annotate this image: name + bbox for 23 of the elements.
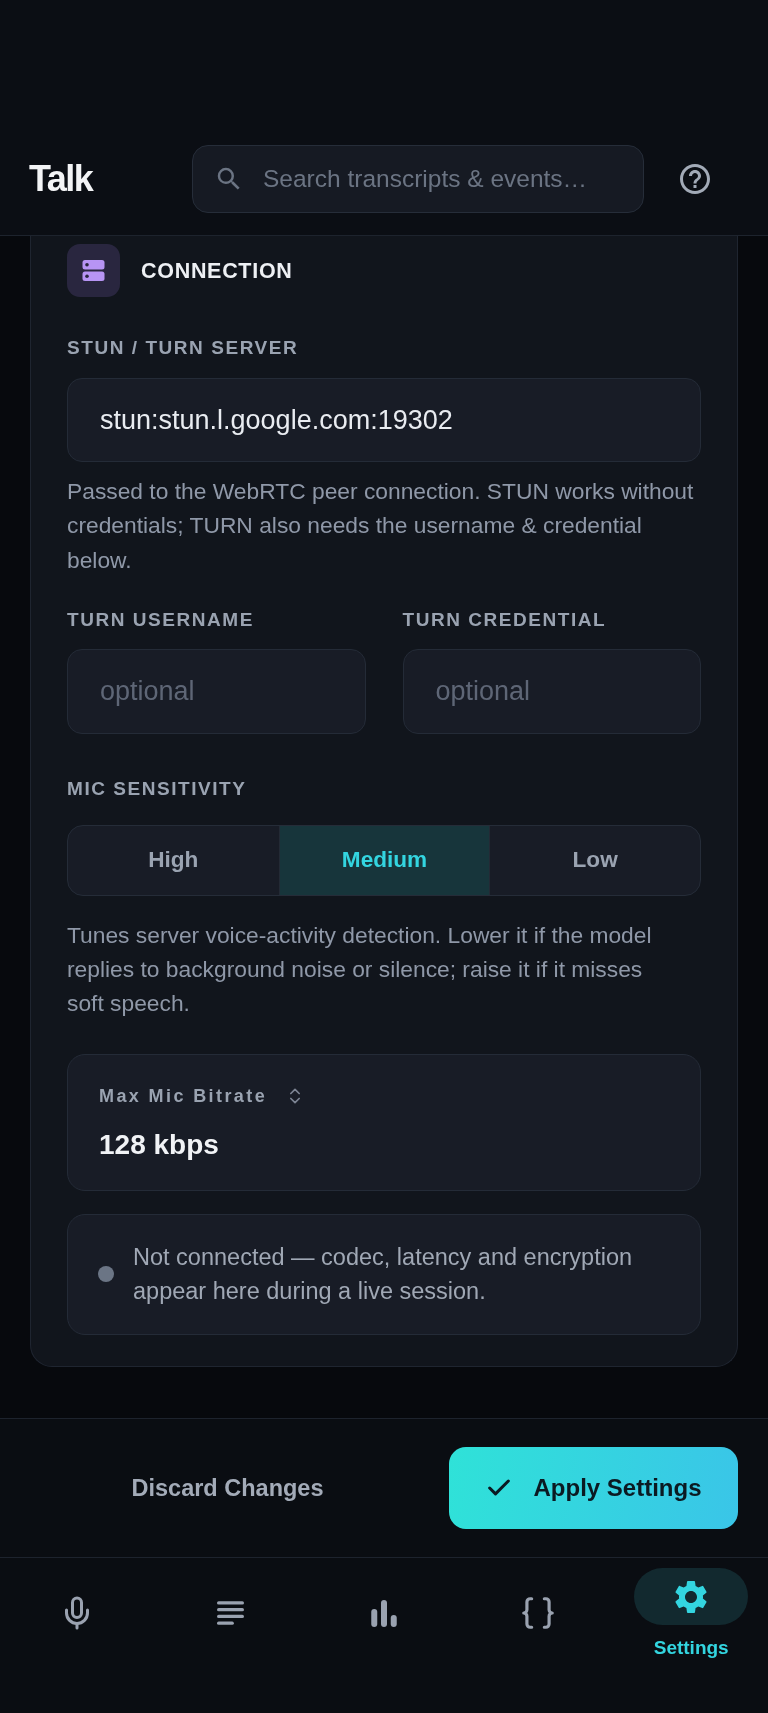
- field-label: STUN / TURN SERVER: [67, 337, 300, 359]
- credential-input[interactable]: optional: [402, 648, 701, 734]
- credential-input[interactable]: optional: [67, 648, 366, 734]
- field-label: TURN CREDENTIAL: [402, 608, 608, 631]
- sensitivity-option[interactable]: Medium: [278, 825, 490, 895]
- sensitivity-option[interactable]: High: [68, 825, 279, 895]
- sensitivity-option[interactable]: Low: [489, 825, 700, 895]
- app-title: Talk: [29, 156, 93, 201]
- section-title: CONNECTION: [141, 257, 293, 284]
- help-text: Tunes server voice-activity detection. Lower it if the model replies to background noise or silence; raise it if it misses soft speech.: [67, 920, 653, 1019]
- server-input[interactable]: stun:stun.l.google.com:19302: [67, 378, 701, 462]
- discard-button[interactable]: Discard Changes: [30, 1447, 425, 1529]
- text-lines-icon: [216, 1601, 244, 1626]
- field-label: MIC SENSITIVITY: [67, 777, 248, 800]
- nav-tab[interactable]: Settings: [614, 1568, 768, 1659]
- apply-button[interactable]: Apply Settings: [449, 1447, 738, 1529]
- search-field[interactable]: Search transcripts & events…: [192, 144, 644, 213]
- field-label: TURN USERNAME: [67, 608, 255, 631]
- status-text: Not connected — codec, latency and encryption appear here during a live session.: [133, 1243, 634, 1307]
- bitrate-select[interactable]: Max Mic Bitrate 128 kbps: [67, 1053, 701, 1191]
- help-text: Passed to the WebRTC peer connection. STUN works without credentials; TURN also needs the username & credential below.: [67, 477, 695, 575]
- bar-chart-icon: [371, 1599, 397, 1627]
- server-icon: [67, 244, 120, 297]
